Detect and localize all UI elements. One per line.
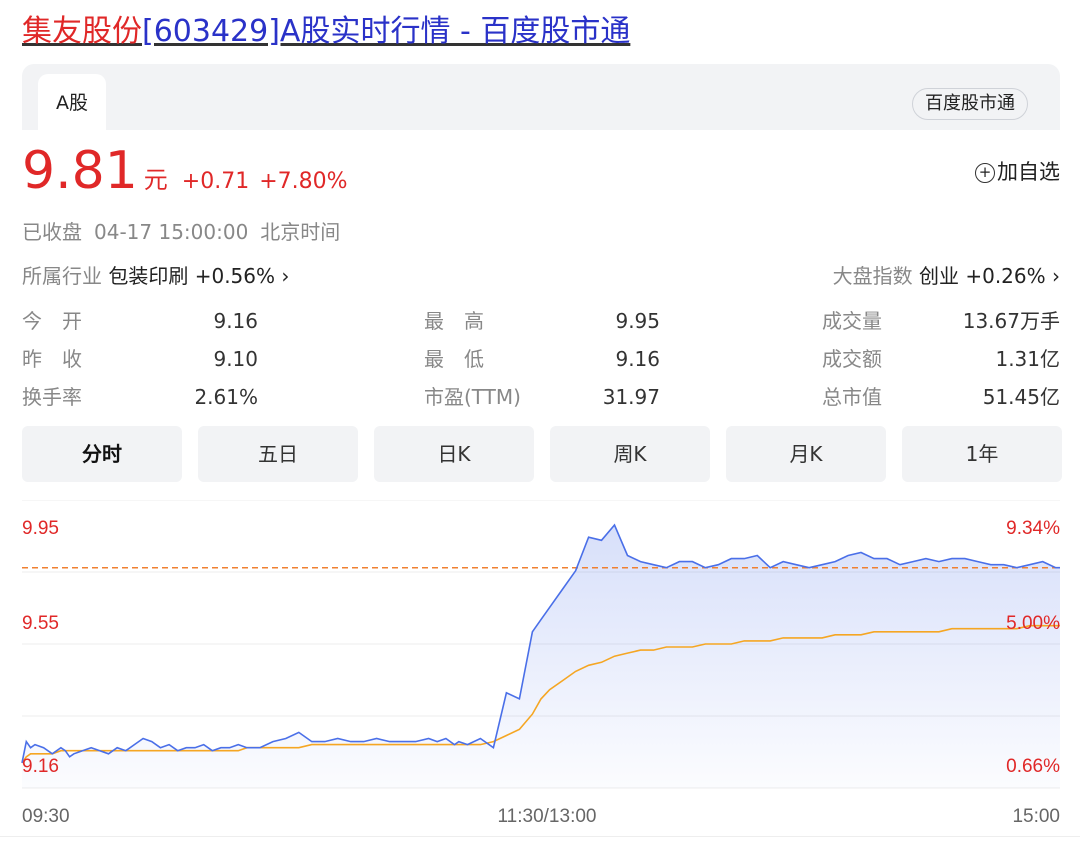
intraday-chart[interactable]: 9.95 9.55 9.16 9.34% 5.00% 0.66% 09:30 11:30/13… xyxy=(0,500,1080,836)
y-right-tick-label: 9.34% xyxy=(1006,518,1060,539)
stat-value: 31.97 xyxy=(602,385,660,409)
add-watchlist-button[interactable]: + 加自选 xyxy=(975,156,1060,186)
stat-value: 9.95 xyxy=(615,309,660,333)
period-tab-5day[interactable]: 五日 xyxy=(198,426,358,482)
current-price: 9.81 xyxy=(22,141,138,201)
stat-value: 2.61% xyxy=(194,385,258,409)
page-title[interactable]: 集友股份[603429]A股实时行情 - 百度股市通 xyxy=(22,12,630,52)
quote-row: 9.81 元 +0.71 +7.80% xyxy=(22,140,348,201)
stat-label: 成交额 xyxy=(822,347,882,371)
stats-row: 今 开 9.16 最 高 9.95 成交量 13.67万手 xyxy=(22,306,1060,344)
stat-value: 13.67万手 xyxy=(962,309,1060,333)
price-change-pct: +7.80% xyxy=(259,169,348,194)
stat-label: 昨 收 xyxy=(22,347,82,371)
stat-label: 换手率 xyxy=(22,385,82,409)
stat-label: 成交量 xyxy=(822,309,882,333)
stat-label: 总市值 xyxy=(822,385,882,409)
status-state: 已收盘 xyxy=(22,220,82,244)
x-tick-label: 09:30 xyxy=(22,806,70,827)
y-right-tick-label: 5.00% xyxy=(1006,613,1060,634)
chevron-right-icon: › xyxy=(281,264,290,288)
period-tab-monthly[interactable]: 月K xyxy=(726,426,886,482)
status-time: 04-17 15:00:00 xyxy=(94,220,249,244)
plus-circle-icon: + xyxy=(975,163,995,183)
x-tick-label: 11:30/13:00 xyxy=(498,806,597,827)
y-right-tick-label: 0.66% xyxy=(1006,756,1060,777)
y-left-tick-label: 9.95 xyxy=(22,518,59,539)
period-tab-1year[interactable]: 1年 xyxy=(902,426,1062,482)
y-left-tick-label: 9.16 xyxy=(22,756,59,777)
stat-value: 9.16 xyxy=(615,347,660,371)
price-unit: 元 xyxy=(143,166,168,194)
market-tab-bar: A股 百度股市通 xyxy=(22,64,1060,130)
industry-label: 所属行业 xyxy=(22,264,102,288)
stat-value: 51.45亿 xyxy=(982,385,1060,409)
period-tab-daily[interactable]: 日K xyxy=(374,426,534,482)
market-index-link[interactable]: 大盘指数 创业 +0.26% › xyxy=(833,260,1060,289)
tab-a-share[interactable]: A股 xyxy=(38,74,106,130)
period-tab-intraday[interactable]: 分时 xyxy=(22,426,182,482)
title-link[interactable]: [603429]A股实时行情 - 百度股市通 xyxy=(142,14,630,49)
stats-grid: 今 开 9.16 最 高 9.95 成交量 13.67万手 昨 收 9.10 最… xyxy=(22,306,1060,420)
industry-link[interactable]: 所属行业 包装印刷 +0.56% › xyxy=(22,260,289,289)
stats-row: 换手率 2.61% 市盈(TTM) 31.97 总市值 51.45亿 xyxy=(22,382,1060,420)
status-timezone: 北京时间 xyxy=(260,220,341,244)
stat-value: 9.16 xyxy=(213,309,258,333)
period-tab-weekly[interactable]: 周K xyxy=(550,426,710,482)
industry-name: 包装印刷 xyxy=(108,264,189,288)
index-label: 大盘指数 xyxy=(832,264,913,288)
stats-row: 昨 收 9.10 最 低 9.16 成交额 1.31亿 xyxy=(22,344,1060,382)
stat-label: 市盈(TTM) xyxy=(424,385,521,409)
market-status: 已收盘 04-17 15:00:00 北京时间 xyxy=(22,216,352,245)
stock-name-link[interactable]: 集友股份 xyxy=(22,14,142,49)
index-name: 创业 xyxy=(918,264,959,288)
index-change: +0.26% xyxy=(965,264,1046,288)
y-left-tick-label: 9.55 xyxy=(22,613,59,634)
brand-badge[interactable]: 百度股市通 xyxy=(912,88,1028,120)
period-tabs: 分时 五日 日K 周K 月K 1年 xyxy=(22,426,1062,482)
add-watchlist-label: 加自选 xyxy=(997,160,1060,184)
stat-label: 今 开 xyxy=(22,309,82,333)
stat-value: 9.10 xyxy=(213,347,258,371)
stat-label: 最 高 xyxy=(424,309,484,333)
bottom-divider xyxy=(0,836,1080,837)
x-tick-label: 15:00 xyxy=(1012,806,1060,827)
stat-value: 1.31亿 xyxy=(995,347,1060,371)
price-change: +0.71 xyxy=(181,169,250,194)
chevron-right-icon: › xyxy=(1052,264,1060,288)
stat-label: 最 低 xyxy=(424,347,484,371)
industry-change: +0.56% xyxy=(194,264,276,288)
